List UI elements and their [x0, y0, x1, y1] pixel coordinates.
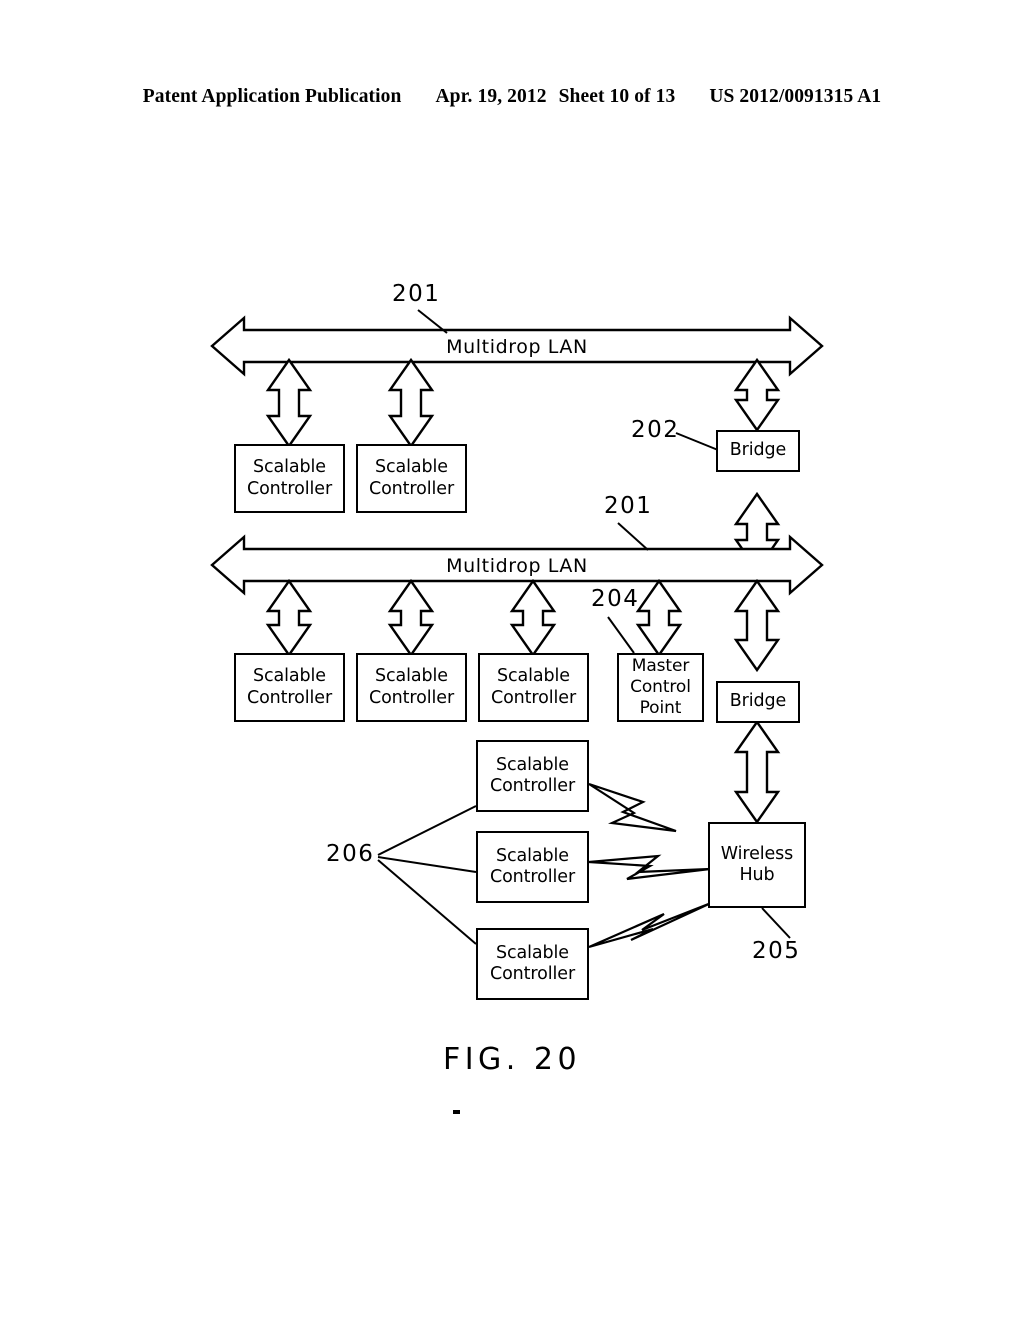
ref-numeral-202: 202 [631, 417, 680, 443]
box-line-1: Master [631, 656, 690, 677]
ref-leader-204 [607, 616, 635, 654]
connector-arrow-lan-top-controller-1 [265, 357, 313, 449]
wireless-scalable-controller-3[interactable]: Scalable Controller [476, 928, 589, 1000]
connector-arrow-lan-bottom-controller-1 [265, 578, 313, 658]
ref-leader-202 [675, 432, 719, 451]
connector-arrow-lan-bottom-controller-3 [509, 578, 557, 658]
box-line-2: Controller [368, 478, 455, 499]
scan-artifact-speck [453, 1110, 460, 1114]
box-line-1: Scalable [253, 457, 326, 478]
header-sheet: Sheet 10 of 13 [558, 86, 676, 107]
box-line-2: Controller [489, 964, 576, 984]
header-date: Apr. 19, 2012 [435, 86, 547, 107]
connector-arrow-lan-top-controller-2 [387, 357, 435, 449]
box-line-1: Scalable [496, 942, 569, 963]
connector-arrow-lan-top-bridge [733, 357, 781, 433]
wireless-scalable-controller-1[interactable]: Scalable Controller [476, 740, 589, 812]
scalable-controller-row2-3[interactable]: Scalable Controller [478, 653, 589, 722]
ref-numeral-206: 206 [326, 841, 375, 867]
header-publication: Patent Application Publication [142, 86, 402, 107]
connector-arrow-lan-bottom-master-control-point [635, 578, 683, 658]
box-line-2: Controller [246, 478, 333, 499]
wireless-link-bolt-2 [588, 854, 711, 881]
patent-figure-page: Patent Application Publication Apr. 19, 2… [0, 0, 1024, 1320]
box-line-2: Hub [739, 865, 775, 885]
master-control-point[interactable]: Master Control Point [617, 653, 704, 722]
box-line-1: Scalable [375, 457, 448, 478]
box-line-1: Scalable [497, 666, 570, 687]
scalable-controller-row2-2[interactable]: Scalable Controller [356, 653, 467, 722]
ref-numeral-201-bottom: 201 [604, 493, 653, 519]
scalable-controller-row1-1[interactable]: Scalable Controller [234, 444, 345, 513]
lan-label-bottom: Multidrop LAN [446, 555, 588, 577]
scalable-controller-row2-1[interactable]: Scalable Controller [234, 653, 345, 722]
wireless-hub[interactable]: Wireless Hub [708, 822, 806, 908]
box-line-1: Bridge [729, 440, 787, 461]
connector-arrow-bridge-wireless-hub [733, 719, 781, 825]
box-line-2: Controller [490, 687, 577, 708]
box-line-1: Scalable [253, 666, 326, 687]
box-line-2: Controller [489, 867, 576, 887]
ref-numeral-201-top: 201 [392, 281, 441, 307]
box-line-1: Scalable [375, 666, 448, 687]
wireless-link-bolt-1 [588, 782, 677, 833]
bridge-top[interactable]: Bridge [716, 430, 800, 472]
header-doc-number: US 2012/0091315 A1 [709, 86, 882, 107]
ref-numeral-204: 204 [591, 586, 640, 612]
figure-caption: FIG. 20 [442, 1042, 582, 1077]
box-line-1: Bridge [729, 691, 787, 712]
connector-arrow-lan-bottom-controller-2 [387, 578, 435, 658]
connector-arrow-lan-bottom-bridge [733, 578, 781, 673]
scalable-controller-row1-2[interactable]: Scalable Controller [356, 444, 467, 513]
ref-leader-206-a [377, 805, 477, 856]
bridge-bottom[interactable]: Bridge [716, 681, 800, 723]
box-line-2: Control [630, 677, 691, 698]
box-line-3: Point [639, 697, 682, 718]
box-line-1: Scalable [496, 845, 569, 866]
wireless-scalable-controller-2[interactable]: Scalable Controller [476, 831, 589, 903]
box-line-1: Scalable [496, 754, 569, 775]
lan-label-top: Multidrop LAN [446, 336, 588, 358]
ref-leader-206-c [377, 859, 477, 945]
box-line-2: Controller [489, 776, 576, 796]
ref-leader-201-top [417, 309, 448, 334]
ref-numeral-205: 205 [752, 938, 801, 964]
wireless-link-bolt-3 [588, 901, 712, 949]
page-header: Patent Application Publication Apr. 19, 2… [0, 86, 1024, 108]
box-line-2: Controller [246, 687, 333, 708]
ref-leader-206-b [377, 856, 477, 873]
box-line-2: Controller [368, 687, 455, 708]
ref-leader-205 [761, 907, 791, 939]
ref-leader-201-bottom [617, 522, 649, 551]
box-line-1: Wireless [720, 843, 794, 864]
